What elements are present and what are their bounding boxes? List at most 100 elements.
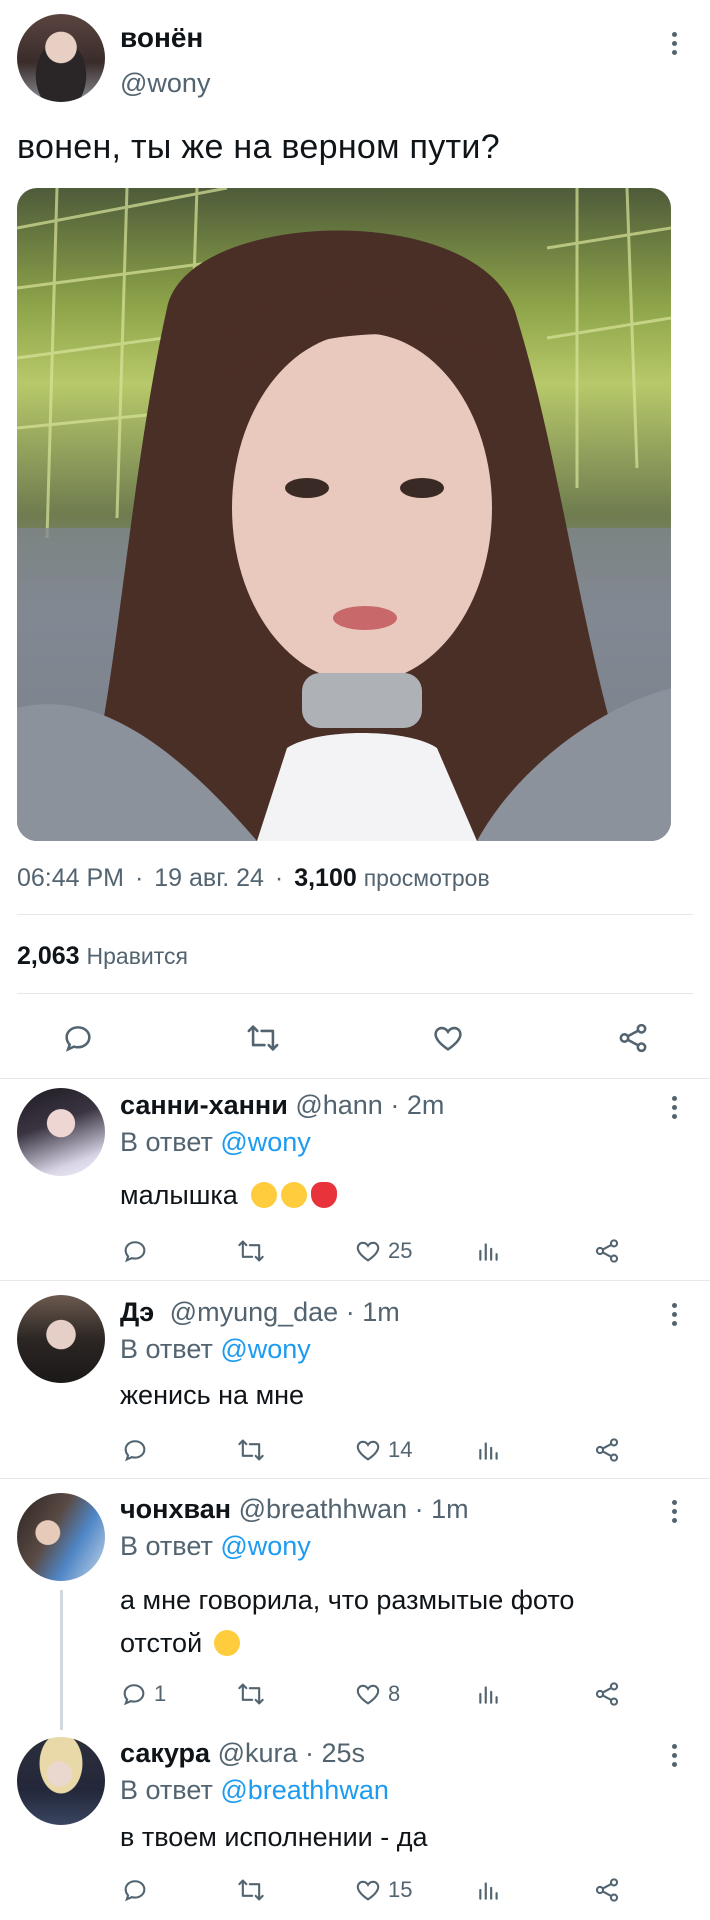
reply-time: · 25s xyxy=(305,1738,366,1768)
author-avatar[interactable] xyxy=(17,14,105,102)
likes-count: 2,063 xyxy=(17,942,80,970)
reply-author-name[interactable]: чонхван xyxy=(120,1494,231,1524)
reply-header: Дэ @myung_dae · 1m xyxy=(120,1297,400,1328)
likes-stat[interactable]: 2,063 Нравится xyxy=(17,942,188,971)
reply-author-name[interactable]: Дэ xyxy=(120,1297,154,1327)
author-name[interactable]: вонён xyxy=(120,22,203,54)
strawberry-emoji xyxy=(311,1182,338,1208)
tweet-date: 19 авг. 24 xyxy=(154,864,264,892)
reply-author-handle[interactable]: @kura xyxy=(218,1738,298,1768)
replying-to-label: В ответ xyxy=(120,1334,213,1364)
retweet-icon[interactable] xyxy=(242,1018,284,1058)
tweet-meta: 06:44 PM · 19 авг. 24 · 3,100 просмотров xyxy=(17,864,490,893)
replying-to-link[interactable]: @wony xyxy=(220,1334,310,1364)
likes-label: Нравится xyxy=(86,943,189,969)
share-icon[interactable] xyxy=(592,1679,622,1709)
reply-text-line: малышка xyxy=(120,1180,238,1210)
comment-icon xyxy=(123,1684,145,1706)
heart-icon[interactable] xyxy=(428,1018,468,1058)
retweet-icon[interactable] xyxy=(234,1236,268,1266)
views-icon[interactable] xyxy=(474,1435,504,1465)
reply-avatar[interactable] xyxy=(17,1493,105,1581)
reply-author-handle[interactable]: @breathhwan xyxy=(239,1494,408,1524)
reply-text-line-2: отстой xyxy=(120,1622,574,1665)
divider xyxy=(0,1478,710,1479)
retweet-icon[interactable] xyxy=(234,1435,268,1465)
share-icon[interactable] xyxy=(592,1875,622,1905)
views-label: просмотров xyxy=(363,865,490,891)
more-icon[interactable] xyxy=(662,1494,686,1528)
tweet-time: 06:44 PM xyxy=(17,864,125,892)
replying-to-link[interactable]: @wony xyxy=(220,1531,310,1561)
reply-author-name[interactable]: сакура xyxy=(120,1738,210,1768)
reply-text-line: а мне говорила, что размытые фото xyxy=(120,1585,575,1615)
like-count: 8 xyxy=(388,1681,401,1706)
more-icon[interactable] xyxy=(662,1297,686,1331)
reply-text-line: отстой xyxy=(120,1628,203,1658)
more-icon[interactable] xyxy=(662,26,686,60)
reply-header: санни-ханни @hann · 2m xyxy=(120,1090,444,1121)
photo-content xyxy=(17,188,671,841)
share-icon[interactable] xyxy=(592,1236,622,1266)
author-handle[interactable]: @wony xyxy=(120,68,210,99)
tweet-photo[interactable] xyxy=(17,188,671,841)
reply-text: в твоем исполнении - да xyxy=(120,1822,428,1853)
comment-icon[interactable] xyxy=(120,1875,150,1905)
replying-to: В ответ @wony xyxy=(120,1334,311,1365)
replying-to-link[interactable]: @wony xyxy=(220,1127,310,1157)
reply-time: · 2m xyxy=(390,1090,445,1120)
tired-face-emoji xyxy=(281,1182,308,1208)
like-stat[interactable]: 14 xyxy=(354,1435,412,1465)
heart-icon xyxy=(356,1440,380,1461)
retweet-icon[interactable] xyxy=(234,1875,268,1905)
divider xyxy=(17,914,693,915)
replying-to-label: В ответ xyxy=(120,1531,213,1561)
heart-icon xyxy=(356,1684,380,1705)
reply-text: малышка xyxy=(120,1180,341,1211)
comment-icon[interactable] xyxy=(120,1236,150,1266)
like-count: 15 xyxy=(388,1877,413,1902)
replying-to-label: В ответ xyxy=(120,1775,213,1805)
share-icon[interactable] xyxy=(612,1018,654,1058)
retweet-icon[interactable] xyxy=(234,1679,268,1709)
tired-face-emoji xyxy=(251,1182,278,1208)
more-icon[interactable] xyxy=(662,1090,686,1124)
dizzy-eyes-emoji xyxy=(213,1630,240,1656)
heart-icon xyxy=(356,1241,380,1262)
like-stat[interactable]: 15 xyxy=(354,1875,412,1905)
reply-time: · 1m xyxy=(345,1297,400,1327)
reply-author-handle[interactable]: @myung_dae xyxy=(170,1297,339,1327)
views-icon[interactable] xyxy=(474,1236,504,1266)
comment-count: 1 xyxy=(154,1681,167,1706)
like-stat[interactable]: 25 xyxy=(354,1236,412,1266)
divider xyxy=(17,993,693,994)
reply-text: а мне говорила, что размытые фото отстой xyxy=(120,1579,574,1665)
reply-time: · 1m xyxy=(414,1494,469,1524)
like-count: 14 xyxy=(388,1437,413,1462)
replying-to: В ответ @wony xyxy=(120,1127,311,1158)
reply-avatar[interactable] xyxy=(17,1088,105,1176)
divider xyxy=(0,1078,710,1079)
reply-author-name[interactable]: санни-ханни xyxy=(120,1090,288,1120)
reply-avatar[interactable] xyxy=(17,1295,105,1383)
replying-to: В ответ @breathhwan xyxy=(120,1775,389,1806)
views-count: 3,100 xyxy=(294,864,357,892)
reply-text-line: женись на мне xyxy=(120,1380,305,1410)
replying-to: В ответ @wony xyxy=(120,1531,311,1562)
replying-to-label: В ответ xyxy=(120,1127,213,1157)
reply-avatar[interactable] xyxy=(17,1737,105,1825)
reply-text-line: в твоем исполнении - да xyxy=(120,1822,428,1852)
comment-icon[interactable] xyxy=(120,1435,150,1465)
divider xyxy=(0,1280,710,1281)
replying-to-link[interactable]: @breathhwan xyxy=(220,1775,389,1805)
share-icon[interactable] xyxy=(592,1435,622,1465)
reply-text: женись на мне xyxy=(120,1380,304,1411)
views-icon[interactable] xyxy=(474,1875,504,1905)
comment-icon[interactable] xyxy=(58,1018,98,1058)
comment-stat[interactable]: 1 xyxy=(120,1679,166,1709)
views-icon[interactable] xyxy=(474,1679,504,1709)
like-stat[interactable]: 8 xyxy=(354,1679,400,1709)
reply-author-handle[interactable]: @hann xyxy=(295,1090,382,1120)
more-icon[interactable] xyxy=(662,1738,686,1772)
like-count: 25 xyxy=(388,1238,413,1263)
